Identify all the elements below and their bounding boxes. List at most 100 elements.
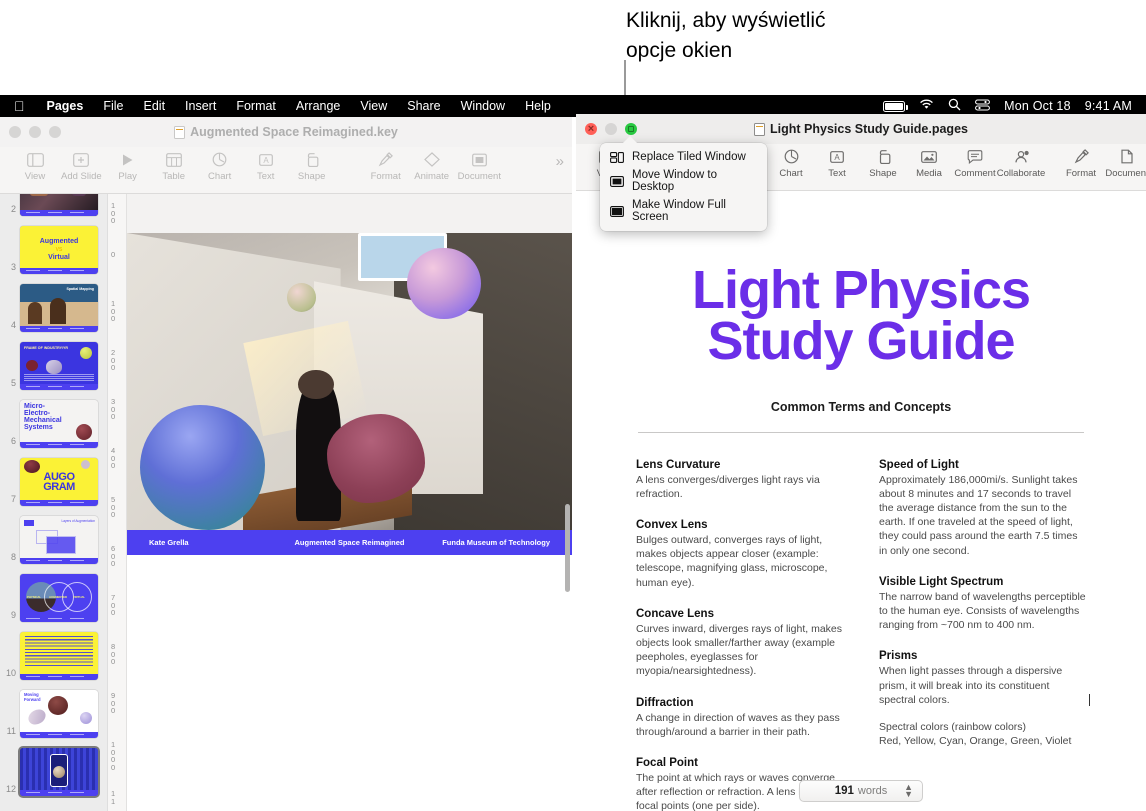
- document-section-body: A lens converges/diverges light rays via…: [636, 473, 820, 500]
- toolbar-button-format[interactable]: Format: [363, 151, 409, 182]
- apple-menu-icon[interactable]: : [14, 99, 25, 113]
- document-page[interactable]: Light Physics Study Guide Common Terms a…: [576, 191, 1146, 811]
- slide-number: 7: [10, 494, 16, 504]
- slide-thumbnail[interactable]: Layers of Augmentation: [20, 516, 98, 564]
- minimize-button[interactable]: [605, 123, 617, 135]
- slide-thumbnail[interactable]: Spatial Mapping: [20, 284, 98, 332]
- toolbar-button-text[interactable]: A Text: [243, 151, 289, 182]
- zoom-button[interactable]: [49, 126, 61, 138]
- slide-thumbnail[interactable]: [20, 632, 98, 680]
- toolbar-button-shape[interactable]: Shape: [289, 151, 335, 182]
- pages-doc-icon: [754, 122, 766, 136]
- toolbar-button-table[interactable]: Table: [151, 151, 197, 182]
- toolbar-button-shape[interactable]: Shape: [860, 148, 906, 179]
- menu-item-make-window-full-screen[interactable]: Make Window Full Screen: [600, 196, 767, 226]
- slide-thumbnail[interactable]: [20, 194, 98, 216]
- toolbar-button-document[interactable]: Document: [455, 151, 504, 182]
- slide-thumbnail[interactable]: AUGO GRAM: [20, 458, 98, 506]
- slide-thumbnail[interactable]: PHYSICAL AUGMENTED VIRTUAL: [20, 574, 98, 622]
- menu-bar-time[interactable]: 9:41 AM: [1085, 99, 1132, 113]
- document-right-column: Speed of Light Approximately 186,000mi/s.…: [879, 459, 1090, 811]
- slide-thumbnail[interactable]: [20, 748, 98, 796]
- keynote-titlebar[interactable]: Augmented Space Reimagined.key: [0, 117, 572, 147]
- menu-item-help[interactable]: Help: [515, 99, 561, 113]
- slide-thumbnail-row[interactable]: 6 Micro- Electro- Mechanical Systems: [0, 400, 107, 448]
- toolbar-button-animate[interactable]: Animate: [409, 151, 455, 182]
- menu-item-arrange[interactable]: Arrange: [286, 99, 350, 113]
- menu-item-file[interactable]: File: [93, 99, 133, 113]
- add-slide-icon: [71, 151, 91, 168]
- toolbar-button-view[interactable]: View: [12, 151, 58, 182]
- document-subtitle: Common Terms and Concepts: [770, 399, 952, 414]
- toolbar-label-format: Format: [370, 171, 401, 182]
- slide-thumbnail-row[interactable]: 10: [0, 632, 107, 680]
- slide-thumbnail[interactable]: FRAME OF INDUSTRY/YR: [20, 342, 98, 390]
- slide-number: 12: [5, 784, 16, 794]
- zoom-button[interactable]: [625, 123, 637, 135]
- slide-number: 11: [6, 726, 16, 736]
- slide-thumbnail[interactable]: Augmented VS Virtual: [20, 226, 98, 274]
- pages-document-body[interactable]: Light Physics Study Guide Common Terms a…: [576, 191, 1146, 811]
- toolbar-button-collaborate[interactable]: Collaborate: [997, 148, 1045, 179]
- slide-thumbnail-row[interactable]: 7 AUGO GRAM: [0, 458, 107, 506]
- toolbar-button-add-slide[interactable]: Add Slide: [58, 151, 105, 182]
- control-center-icon[interactable]: [975, 98, 991, 114]
- close-button[interactable]: [9, 126, 21, 138]
- slide-thumbnail-row[interactable]: 5 FRAME OF INDUSTRY/YR: [0, 342, 107, 390]
- slide-navigator[interactable]: 2 3 Augmented VS Virtual 4 Spatial Mapping 5 FRA…: [0, 194, 108, 811]
- canvas-scrollbar[interactable]: [565, 504, 570, 592]
- menu-item-insert[interactable]: Insert: [175, 99, 226, 113]
- toolbar-button-media[interactable]: Media: [906, 148, 952, 179]
- close-button[interactable]: [585, 119, 597, 139]
- pages-titlebar[interactable]: Light Physics Study Guide.pages: [576, 114, 1146, 144]
- toolbar-button-play[interactable]: Play: [105, 151, 151, 182]
- slide-thumbnail-row[interactable]: 2: [0, 194, 107, 216]
- toolbar-button-text[interactable]: A Text: [814, 148, 860, 179]
- menu-item-view[interactable]: View: [350, 99, 397, 113]
- slide-thumbnail[interactable]: Moving Forward: [20, 690, 98, 738]
- ruler-tick: 100: [111, 299, 116, 323]
- wifi-icon[interactable]: [919, 99, 934, 113]
- window-options-menu[interactable]: Replace Tiled Window Move Window to Desk…: [600, 136, 767, 231]
- svg-text:A: A: [263, 156, 269, 165]
- slide-thumbnail-row[interactable]: 11 Moving Forward: [0, 690, 107, 738]
- word-count-badge[interactable]: 191 words ▲ ▼: [799, 780, 923, 802]
- menu-item-label: Move Window to Desktop: [632, 169, 718, 193]
- toolbar-overflow-icon[interactable]: »: [556, 151, 572, 170]
- minimize-button[interactable]: [29, 126, 41, 138]
- menu-bar-date[interactable]: Mon Oct 18: [1004, 99, 1071, 113]
- slide-thumbnail-row[interactable]: 12: [0, 748, 107, 796]
- search-icon[interactable]: [948, 98, 961, 114]
- ruler-tick: 0: [111, 250, 116, 259]
- slide-thumbnail-row[interactable]: 8 Layers of Augmentation: [0, 516, 107, 564]
- menu-item-window[interactable]: Window: [451, 99, 515, 113]
- toolbar-button-format[interactable]: Format: [1058, 148, 1104, 179]
- slide-blob-blue: [140, 405, 265, 530]
- menu-item-format[interactable]: Format: [226, 99, 286, 113]
- menu-item-label: Replace Tiled Window: [632, 151, 746, 163]
- chart-icon: [210, 151, 230, 168]
- toolbar-button-document[interactable]: Document: [1104, 148, 1146, 179]
- menu-item-move-window-to-desktop[interactable]: Move Window to Desktop: [600, 166, 767, 196]
- slide-thumbnail[interactable]: Micro- Electro- Mechanical Systems: [20, 400, 98, 448]
- slide-number: 9: [10, 610, 16, 620]
- slide-canvas[interactable]: 1000100200300400500600700800900100011 Ka…: [108, 194, 572, 811]
- toolbar-button-chart[interactable]: Chart: [197, 151, 243, 182]
- slide-thumbnail-row[interactable]: 3 Augmented VS Virtual: [0, 226, 107, 274]
- document-section-heading: Focal Point: [636, 757, 698, 770]
- slide-thumbnail-row[interactable]: 9 PHYSICAL AUGMENTED VIRTUAL: [0, 574, 107, 622]
- menu-item-replace-tiled-window[interactable]: Replace Tiled Window: [600, 148, 767, 166]
- toolbar-button-comment[interactable]: Comment: [952, 148, 998, 179]
- toolbar-button-chart[interactable]: Chart: [768, 148, 814, 179]
- slide-image[interactable]: [127, 233, 572, 530]
- menu-item-share[interactable]: Share: [397, 99, 450, 113]
- chart-icon: [781, 148, 801, 165]
- slide-top-gap: [127, 194, 572, 233]
- menu-item-edit[interactable]: Edit: [134, 99, 176, 113]
- battery-icon[interactable]: [883, 100, 908, 112]
- document-title-line1: Light Physics: [691, 260, 1031, 320]
- menu-item-pages[interactable]: Pages: [37, 99, 94, 113]
- ruler-tick: 400: [111, 446, 116, 470]
- stepper-icon[interactable]: ▲ ▼: [904, 783, 913, 799]
- slide-thumbnail-row[interactable]: 4 Spatial Mapping: [0, 284, 107, 332]
